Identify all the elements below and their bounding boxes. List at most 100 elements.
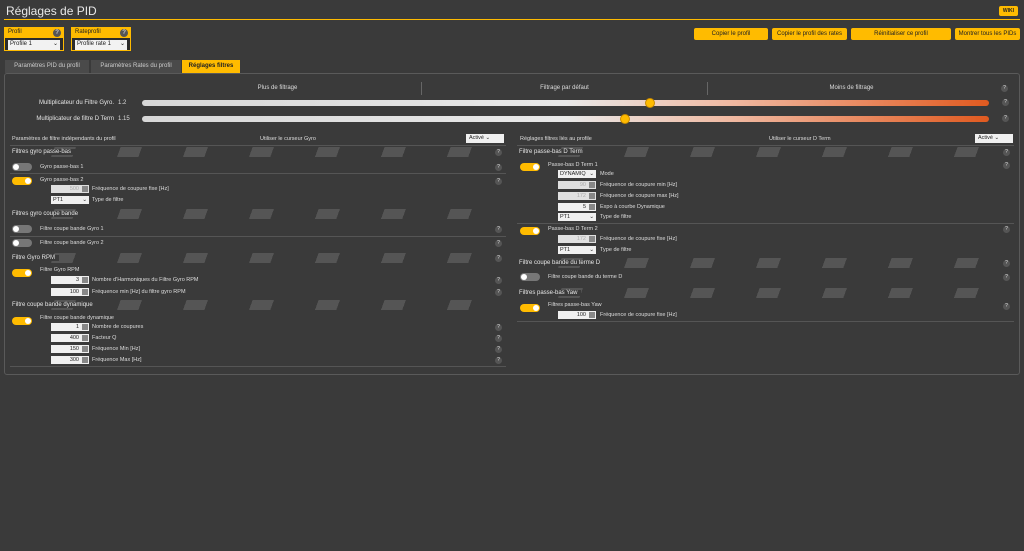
gyro-lpf2-toggle[interactable]	[12, 177, 32, 185]
help-icon[interactable]: ?	[1003, 274, 1010, 281]
tab-filters[interactable]: Réglages filtres	[182, 60, 240, 73]
help-icon[interactable]: ?	[495, 335, 502, 342]
gyro-lpf2-cutoff-input[interactable]: 500	[51, 185, 89, 193]
dterm-fmin-input[interactable]: 90	[558, 181, 596, 189]
help-icon[interactable]: ?	[495, 164, 502, 171]
help-icon[interactable]: ?	[495, 226, 502, 233]
dterm-cursor-select[interactable]: Activé ⌄	[975, 134, 1013, 143]
dyn-count-label: Nombre de coupures	[92, 324, 144, 330]
help-icon[interactable]: ?	[495, 277, 502, 284]
slider-head-more: Plus de filtrage	[257, 85, 298, 91]
dterm-type2-select[interactable]: PT1 ⌄	[558, 246, 596, 254]
dterm-slider-handle[interactable]	[619, 114, 630, 124]
help-icon[interactable]: ?	[1002, 115, 1009, 122]
dterm-fmin-label: Fréquence de coupure min [Hz]	[600, 182, 678, 188]
dyn-fmax-input[interactable]: 300	[51, 356, 89, 364]
help-icon[interactable]: ?	[495, 149, 502, 156]
reset-profile-button[interactable]: Réinitialiser ce profil	[851, 28, 951, 40]
page-header: Réglages de PID WIKI	[0, 0, 1024, 22]
dterm-lpf2-label: Passe-bas D Term 2	[548, 226, 598, 232]
help-icon[interactable]: ?	[495, 289, 502, 296]
dterm-fmax-input[interactable]: 172	[558, 192, 596, 200]
yaw-lpf-toggle[interactable]	[520, 304, 540, 312]
gyro-lpf1-label: Gyro passe-bas 1	[40, 164, 84, 170]
dterm-slider-track[interactable]	[142, 114, 989, 124]
help-icon[interactable]: ?	[495, 346, 502, 353]
dterm-lpf2-toggle[interactable]	[520, 227, 540, 235]
dterm-cursor-label: Utiliser le curseur D Term	[769, 136, 831, 142]
page-title: Réglages de PID	[6, 4, 97, 18]
dterm-notch-toggle[interactable]	[520, 273, 540, 281]
divider	[10, 236, 506, 237]
help-icon[interactable]: ?	[1002, 99, 1009, 106]
help-icon[interactable]: ?	[495, 357, 502, 364]
gyro-notch2-toggle[interactable]	[12, 239, 32, 247]
dterm-lpf-section: Filtre passe-bas D Term	[517, 147, 1014, 157]
gyro-notch-section: Filtres gyro coupe bande	[10, 209, 506, 219]
dterm-fmax-label: Fréquence de coupure max [Hz]	[600, 193, 679, 199]
profile-dropdown[interactable]: Profile 1 ⌄	[8, 40, 60, 50]
gyro-lpf2-cutoff-label: Fréquence de coupure fixe [Hz]	[92, 186, 169, 192]
divider	[517, 145, 1014, 146]
gyro-slider-row: Multiplicateur du Filtre Gyro. 1.2 ?	[10, 97, 1014, 109]
dterm-notch-section: Filtre coupe bande du terme D	[517, 258, 1014, 268]
rateprofile-label: Rateprofil?	[72, 28, 130, 38]
help-icon[interactable]: ?	[495, 240, 502, 247]
help-icon[interactable]: ?	[495, 255, 502, 262]
gyro-slider-label: Multiplicateur du Filtre Gyro.	[38, 100, 114, 106]
rpm-harmonics-input[interactable]: 3	[51, 276, 89, 284]
dterm-lpf1-toggle[interactable]	[520, 163, 540, 171]
header-rule	[4, 19, 1020, 20]
dterm-cut2-input[interactable]: 172	[558, 235, 596, 243]
gyro-cursor-select[interactable]: Activé ⌄	[466, 134, 504, 143]
yaw-cut-label: Fréquence de coupure fixe [Hz]	[600, 312, 677, 318]
dterm-type-select[interactable]: PT1 ⌄	[558, 213, 596, 221]
dyn-notch-section: Filtre coupe bande dynamique	[10, 300, 506, 310]
dterm-slider-label: Multiplicateur de filtre D Term	[36, 116, 114, 122]
gyro-lpf2-type-select[interactable]: PT1 ⌄	[51, 196, 89, 204]
help-icon[interactable]: ?	[1003, 149, 1010, 156]
dterm-expo-input[interactable]: 5	[558, 203, 596, 211]
tab-pid[interactable]: Paramètres PID du profil	[5, 60, 89, 73]
rateprofile-dropdown[interactable]: Profile rate 1 ⌄	[75, 40, 127, 50]
help-icon[interactable]: ?	[120, 29, 128, 37]
help-icon[interactable]: ?	[1003, 226, 1010, 233]
rpm-harmonics-label: Nombre d'Harmoniques du Filtre Gyro RPM	[92, 277, 199, 283]
rpm-min-input[interactable]: 100	[51, 288, 89, 296]
dterm-mode-select[interactable]: DYNAMIQ ⌄	[558, 170, 596, 178]
help-icon[interactable]: ?	[1003, 162, 1010, 169]
dterm-slider-value: 1.15	[118, 116, 130, 122]
copy-rates-button[interactable]: Copier le profil des rates	[772, 28, 847, 40]
help-icon[interactable]: ?	[495, 324, 502, 331]
chevron-down-icon: ⌄	[52, 41, 58, 47]
wiki-button[interactable]: WIKI	[998, 6, 1018, 16]
gyro-slider-handle[interactable]	[645, 98, 656, 108]
help-icon[interactable]: ?	[495, 178, 502, 185]
dyn-count-input[interactable]: 1	[51, 323, 89, 331]
help-icon[interactable]: ?	[1003, 303, 1010, 310]
help-icon[interactable]: ?	[53, 29, 61, 37]
help-icon[interactable]: ?	[1001, 85, 1008, 92]
dyn-fmin-input[interactable]: 150	[51, 345, 89, 353]
dterm-slider-row: Multiplicateur de filtre D Term 1.15 ?	[10, 113, 1014, 125]
slider-head-default: Filtrage par défaut	[421, 82, 708, 95]
gyro-lpf1-toggle[interactable]	[12, 163, 32, 171]
dyn-notch-toggle[interactable]	[12, 317, 32, 325]
gyro-rpm-toggle[interactable]	[12, 269, 32, 277]
show-all-pids-button[interactable]: Montrer tous les PIDs	[955, 28, 1020, 40]
gyro-lpf-section: Filtres gyro passe-bas	[10, 147, 506, 157]
gyro-notch1-toggle[interactable]	[12, 225, 32, 233]
help-icon[interactable]: ?	[1003, 260, 1010, 267]
yaw-cut-input[interactable]: 100	[558, 311, 596, 319]
gyro-rpm-label: Filtre Gyro RPM	[40, 267, 80, 273]
left-header: Paramètres de filtre indépendants du pro…	[12, 136, 116, 142]
right-header: Réglages filtres liés au profile	[520, 136, 592, 142]
copy-profile-button[interactable]: Copier le profil	[694, 28, 768, 40]
dyn-q-input[interactable]: 400	[51, 334, 89, 342]
gyro-lpf2-label: Gyro passe-bas 2	[40, 177, 84, 183]
gyro-rpm-section: Filtre Gyro RPM	[10, 253, 506, 263]
tab-rates[interactable]: Paramètres Rates du profil	[91, 60, 181, 73]
gyro-slider-track[interactable]	[142, 98, 989, 108]
dyn-fmin-label: Fréquence Min [Hz]	[92, 346, 140, 352]
profile-label: Profil?	[5, 28, 63, 38]
